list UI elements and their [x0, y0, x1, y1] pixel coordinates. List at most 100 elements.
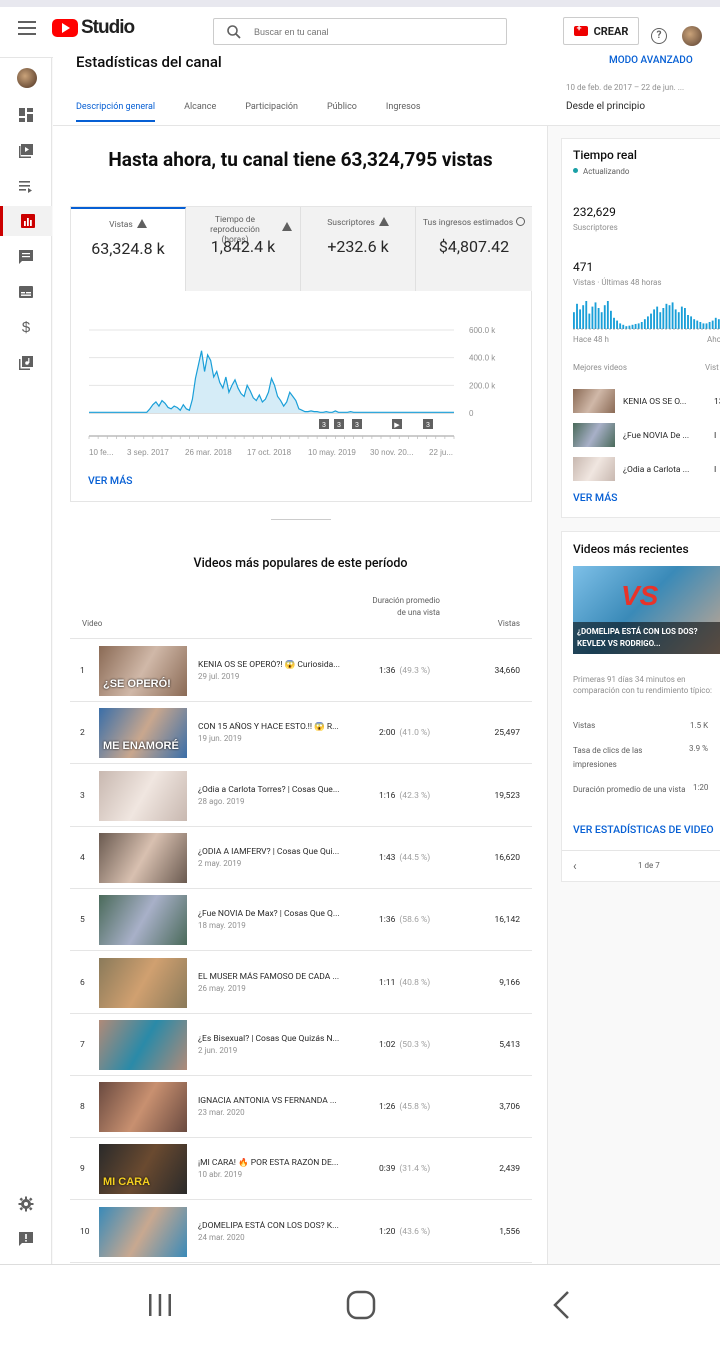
video-views: 3,706 — [499, 1102, 520, 1113]
home-icon[interactable] — [345, 1289, 377, 1321]
top-video-views: I — [714, 431, 717, 441]
recent-video-thumbnail[interactable]: VS ¿DOMELIPA ESTÁ CON LOS DOS? KEVLEX VS… — [573, 566, 720, 654]
table-row[interactable]: 9 MI CARA ¡MI CARA! 🔥 POR ESTA RAZÓN DE...… — [70, 1138, 532, 1201]
period-selector[interactable]: Desde el principio — [566, 101, 645, 112]
video-thumbnail[interactable] — [99, 957, 187, 1008]
create-button[interactable]: CREAR — [563, 17, 639, 45]
metric-watch-time[interactable]: Tiempo de reproducción (horas) 1,842.4 k — [186, 207, 301, 291]
page-title: Estadísticas del canal — [76, 53, 222, 71]
video-title[interactable]: ¿Odia a Carlota Torres? | Cosas Que... — [198, 785, 363, 795]
sidebar-item-dashboard[interactable] — [0, 100, 52, 130]
sparkline-bar — [640, 322, 643, 329]
row-rank: 4 — [80, 852, 85, 863]
recent-video-card: Videos más recientes VS ¿DOMELIPA ESTÁ C… — [561, 531, 720, 882]
video-thumbnail[interactable]: ME ENAMORÉ — [99, 708, 187, 759]
pager-label: 1 de 7 — [638, 861, 660, 870]
sidebar-item-settings[interactable] — [0, 1189, 52, 1219]
top-video-thumbnail — [573, 457, 615, 481]
table-row[interactable]: 6 EL MUSER MÁS FAMOSO DE CADA ... 26 may. … — [70, 952, 532, 1014]
top-video-item[interactable]: KENIA OS SE O... 13 — [573, 389, 720, 415]
sidebar-item-playlists[interactable] — [0, 171, 52, 201]
event-marker-label: ▶ — [394, 422, 400, 429]
sidebar-item-feedback[interactable] — [0, 1224, 52, 1254]
video-thumbnail[interactable] — [99, 1206, 187, 1257]
column-video: Video — [82, 619, 103, 628]
metric-subscribers-value: +232.6 k — [327, 237, 389, 256]
video-title[interactable]: ¡MI CARA! 🔥 POR ESTA RAZÓN DE... — [198, 1158, 363, 1168]
video-views: 9,166 — [499, 977, 520, 988]
sidebar-item-audio-library[interactable] — [0, 348, 52, 378]
sidebar-item-subtitles[interactable] — [0, 277, 52, 307]
table-row[interactable]: 2 ME ENAMORÉ CON 15 AÑOS Y HACE ESTO.!! 😱 … — [70, 702, 532, 765]
sparkline-bar — [702, 323, 705, 329]
video-thumbnail[interactable] — [99, 832, 187, 883]
video-title[interactable]: ¿Es Bisexual? | Cosas Que Quizás N... — [198, 1034, 363, 1044]
video-title[interactable]: CON 15 AÑOS Y HACE ESTO.!! 😱 R... — [198, 722, 363, 732]
sparkline-bar — [696, 320, 699, 329]
row-rank: 6 — [80, 977, 85, 988]
avg-duration: 1:11 (40.8 %) — [379, 978, 430, 988]
metric-subscribers[interactable]: Suscriptores +232.6 k — [301, 207, 416, 291]
tab-engagement[interactable]: Participación — [245, 102, 298, 122]
video-views: 34,660 — [494, 666, 520, 676]
video-title[interactable]: EL MUSER MÁS FAMOSO DE CADA ... — [198, 972, 363, 982]
vs-graphic: VS — [621, 580, 659, 611]
sidebar-item-monetization[interactable]: $ — [0, 312, 52, 342]
tab-overview[interactable]: Descripción general — [76, 102, 156, 122]
sparkline-bar — [684, 308, 686, 329]
top-video-item[interactable]: ¿Odia a Carlota ... I — [573, 457, 720, 483]
help-icon[interactable]: ? — [651, 28, 667, 44]
search-box[interactable] — [213, 18, 507, 45]
avg-duration-percent: (50.3 %) — [399, 1039, 431, 1050]
table-row[interactable]: 1 ¿SE OPERÓ! KENIA OS SE OPERÓ?! 😱 Curiosi… — [70, 640, 532, 702]
account-avatar[interactable] — [682, 26, 702, 46]
table-row[interactable]: 3 ¿Odia a Carlota Torres? | Cosas Que... 2… — [70, 765, 532, 827]
sidebar-item-videos[interactable] — [0, 136, 52, 166]
video-thumbnail[interactable] — [99, 770, 187, 821]
tab-reach[interactable]: Alcance — [184, 102, 216, 122]
back-icon[interactable] — [550, 1289, 574, 1321]
channel-avatar[interactable] — [17, 68, 37, 88]
video-thumbnail[interactable]: MI CARA — [99, 1144, 187, 1195]
sidebar-item-analytics[interactable] — [0, 206, 52, 236]
table-row[interactable]: 8 IGNACIA ANTONIA VS FERNANDA ... 23 mar. … — [70, 1076, 532, 1139]
top-video-item[interactable]: ¿Fue NOVIA De ... I — [573, 423, 720, 449]
recent-apps-icon[interactable] — [146, 1291, 174, 1319]
avg-duration-value: 1:20 — [379, 1226, 396, 1237]
video-thumbnail[interactable]: ¿SE OPERÓ! — [99, 646, 187, 696]
video-title[interactable]: ¿DOMELIPA ESTÁ CON LOS DOS? K... — [198, 1221, 363, 1231]
table-row[interactable]: 4 ¿ODIA A IAMFERV? | Cosas Que Qui... 2 ma… — [70, 827, 532, 889]
avg-duration: 2:00 (41.0 %) — [379, 728, 430, 738]
table-row[interactable]: 7 ¿Es Bisexual? | Cosas Que Quizás N... 2 … — [70, 1014, 532, 1076]
video-title[interactable]: ¿Fue NOVIA De Max? | Cosas Que Q... — [198, 909, 363, 919]
studio-logo[interactable]: Studio — [52, 17, 135, 39]
metric-views[interactable]: Vistas 63,324.8 k — [71, 207, 186, 291]
metric-revenue[interactable]: Tus ingresos estimados $4,807.42 — [416, 207, 532, 291]
video-thumbnail[interactable] — [99, 1082, 187, 1133]
prev-page-icon[interactable]: ‹ — [573, 859, 577, 873]
menu-icon[interactable] — [18, 21, 36, 35]
advanced-mode-link[interactable]: MODO AVANZADO — [609, 55, 693, 66]
video-thumbnail[interactable] — [99, 895, 187, 946]
video-date: 29 jul. 2019 — [198, 672, 240, 681]
tab-audience[interactable]: Público — [327, 102, 357, 122]
tab-revenue[interactable]: Ingresos — [386, 102, 421, 122]
search-input[interactable] — [254, 23, 494, 41]
avg-duration-percent: (49.3 %) — [399, 666, 431, 676]
avg-duration-percent: (58.6 %) — [399, 915, 431, 926]
realtime-see-more-link[interactable]: VER MÁS — [573, 491, 618, 504]
table-row[interactable]: 10 ¿DOMELIPA ESTÁ CON LOS DOS? K... 24 mar… — [70, 1201, 532, 1263]
video-title[interactable]: KENIA OS SE OPERÓ?! 😱 Curiosida... — [198, 660, 363, 670]
live-dot-icon — [573, 168, 578, 173]
sparkline-bar — [643, 319, 646, 329]
video-title[interactable]: ¿ODIA A IAMFERV? | Cosas Que Qui... — [198, 847, 363, 857]
video-thumbnail[interactable] — [99, 1019, 187, 1070]
sidebar-item-comments[interactable] — [0, 242, 52, 272]
thumbnail-text: ME ENAMORÉ — [103, 740, 179, 753]
video-title[interactable]: IGNACIA ANTONIA VS FERNANDA ... — [198, 1096, 363, 1106]
table-row[interactable]: 5 ¿Fue NOVIA De Max? | Cosas Que Q... 18 m… — [70, 889, 532, 952]
videos-icon — [19, 144, 33, 158]
sparkline-bar — [680, 306, 683, 329]
video-stats-link[interactable]: VER ESTADÍSTICAS DE VIDEO — [573, 823, 714, 836]
see-more-link[interactable]: VER MÁS — [88, 474, 133, 487]
